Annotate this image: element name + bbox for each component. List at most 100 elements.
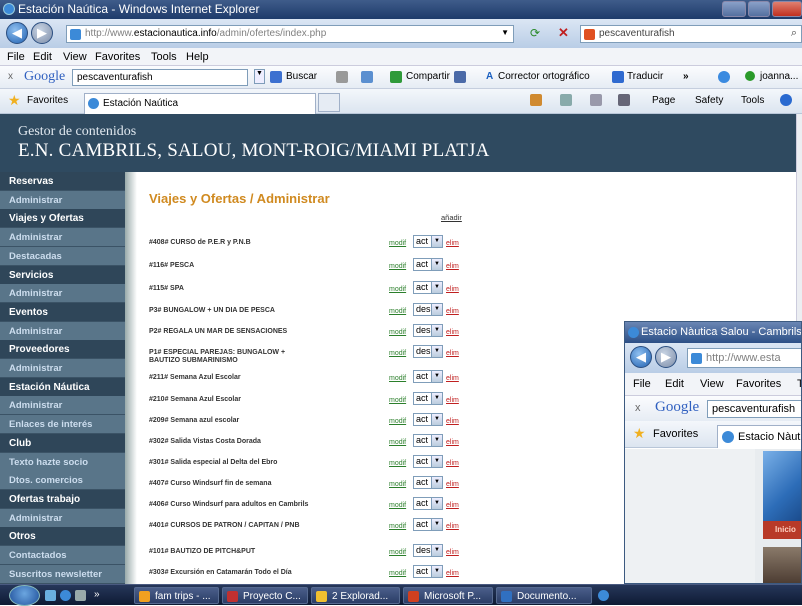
menu-view[interactable]: View <box>63 51 87 63</box>
delete-link[interactable]: elim <box>446 481 459 488</box>
more-button[interactable]: » <box>683 71 689 82</box>
sidebar-item[interactable]: Administrar <box>0 190 125 210</box>
delete-link[interactable]: elim <box>446 549 459 556</box>
stop-icon[interactable]: ✕ <box>558 25 569 41</box>
second-back-button[interactable]: ◀ <box>630 346 652 368</box>
favorites-button[interactable]: Favorites <box>27 95 68 106</box>
second-menu-view[interactable]: View <box>700 378 724 390</box>
chevron-down-icon[interactable]: ▼ <box>431 456 442 467</box>
modify-link[interactable]: modif <box>389 439 406 446</box>
show-desktop-icon[interactable] <box>45 590 56 601</box>
delete-link[interactable]: elim <box>446 523 459 530</box>
modify-link[interactable]: modif <box>389 549 406 556</box>
search-icon[interactable]: ⌕ <box>791 27 797 40</box>
status-select[interactable]: des ▼ <box>413 324 443 337</box>
modify-link[interactable]: modif <box>389 397 406 404</box>
help-icon[interactable] <box>780 94 792 106</box>
menu-edit[interactable]: Edit <box>33 51 52 63</box>
sidebar-item[interactable]: Texto hazte socio <box>0 452 125 472</box>
sidebar-item[interactable]: Dtos. comercios <box>0 471 125 491</box>
sidebar-item[interactable]: Administrar <box>0 396 125 416</box>
feeds-icon[interactable] <box>560 94 572 106</box>
status-select[interactable]: act ▼ <box>413 235 443 248</box>
delete-link[interactable]: elim <box>446 286 459 293</box>
status-select[interactable]: act ▼ <box>413 281 443 294</box>
sidebar-item[interactable]: Otros <box>0 527 125 547</box>
dropdown-arrow-icon[interactable]: ▼ <box>501 28 509 37</box>
sidebar-item[interactable]: Administrar <box>0 508 125 528</box>
quicklaunch-more-icon[interactable]: » <box>94 589 100 600</box>
media-quicklaunch-icon[interactable] <box>75 590 86 601</box>
sidebar-item[interactable]: Enlaces de interés <box>0 415 125 435</box>
refresh-icon[interactable]: ⟳ <box>530 26 540 40</box>
modify-link[interactable]: modif <box>389 329 406 336</box>
ie-quicklaunch-icon[interactable] <box>60 590 71 601</box>
traducir-button[interactable]: Traducir <box>627 71 663 82</box>
page-menu[interactable]: Page <box>652 95 675 106</box>
status-select[interactable]: act ▼ <box>413 476 443 489</box>
menu-tools[interactable]: Tools <box>151 51 177 63</box>
sidebar-item[interactable]: Contactados <box>0 546 125 565</box>
delete-link[interactable]: elim <box>446 329 459 336</box>
modify-link[interactable]: modif <box>389 418 406 425</box>
modify-link[interactable]: modif <box>389 308 406 315</box>
delete-link[interactable]: elim <box>446 308 459 315</box>
sidebar-item[interactable]: Viajes y Ofertas <box>0 209 125 229</box>
taskbar-button[interactable]: 2 Explorad... <box>311 587 400 604</box>
new-tab-button[interactable] <box>318 93 340 112</box>
add-link[interactable]: añadir <box>441 213 462 222</box>
modify-link[interactable]: modif <box>389 286 406 293</box>
delete-link[interactable]: elim <box>446 439 459 446</box>
chevron-down-icon[interactable]: ▼ <box>431 477 442 488</box>
modify-link[interactable]: modif <box>389 350 406 357</box>
chevron-down-icon[interactable]: ▼ <box>431 545 442 556</box>
status-select[interactable]: des ▼ <box>413 544 443 557</box>
taskbar-button[interactable]: Documento... <box>496 587 592 604</box>
chevron-down-icon[interactable]: ▼ <box>431 371 442 382</box>
chevron-down-icon[interactable]: ▼ <box>431 282 442 293</box>
sidebar-item[interactable]: Suscritos newsletter <box>0 564 125 584</box>
chevron-down-icon[interactable]: ▼ <box>431 566 442 577</box>
sidebar-item[interactable]: Proveedores <box>0 340 125 360</box>
taskbar-button[interactable]: Proyecto C... <box>222 587 308 604</box>
second-google-search-input[interactable]: pescaventurafish <box>707 400 801 418</box>
status-select[interactable]: act ▼ <box>413 258 443 271</box>
status-select[interactable]: act ▼ <box>413 497 443 510</box>
taskbar-button[interactable]: fam trips - ... <box>134 587 219 604</box>
sidebar-item[interactable]: Administrar <box>0 228 125 248</box>
second-favorites-button[interactable]: Favorites <box>653 428 698 440</box>
second-url-field[interactable]: http://www.esta <box>687 348 801 368</box>
menu-favorites[interactable]: Favorites <box>95 51 140 63</box>
safety-menu[interactable]: Safety <box>695 95 723 106</box>
minimize-button[interactable] <box>722 1 746 17</box>
nav-inicio[interactable]: Inicio <box>775 525 796 534</box>
delete-link[interactable]: elim <box>446 570 459 577</box>
chevron-down-icon[interactable]: ▼ <box>431 498 442 509</box>
delete-link[interactable]: elim <box>446 502 459 509</box>
modify-link[interactable]: modif <box>389 502 406 509</box>
status-select[interactable]: act ▼ <box>413 518 443 531</box>
chevron-down-icon[interactable]: ▼ <box>431 414 442 425</box>
modify-link[interactable]: modif <box>389 523 406 530</box>
sidebar-item[interactable]: Ofertas trabajo <box>0 489 125 509</box>
second-menu-file[interactable]: File <box>633 378 651 390</box>
chevron-down-icon[interactable]: ▼ <box>431 519 442 530</box>
status-select[interactable]: act ▼ <box>413 413 443 426</box>
live-search-input[interactable]: pescaventurafish ⌕ <box>580 25 802 43</box>
second-browser-window[interactable]: Estacio Nàutica Salou - Cambrils ◀ ▶ htt… <box>624 321 802 584</box>
sidebar-item[interactable]: Administrar <box>0 284 125 304</box>
delete-link[interactable]: elim <box>446 240 459 247</box>
close-toolbar-icon[interactable]: x <box>8 71 13 82</box>
second-forward-button[interactable]: ▶ <box>655 346 677 368</box>
modify-link[interactable]: modif <box>389 460 406 467</box>
modify-link[interactable]: modif <box>389 570 406 577</box>
chevron-down-icon[interactable]: ▼ <box>431 346 442 357</box>
status-select[interactable]: act ▼ <box>413 434 443 447</box>
google-search-input[interactable]: pescaventurafish <box>72 69 248 86</box>
wrench-icon[interactable] <box>718 71 730 83</box>
user-account[interactable]: joanna... <box>760 71 798 82</box>
second-tab[interactable]: Estacio Nàutic <box>717 425 801 448</box>
modify-link[interactable]: modif <box>389 240 406 247</box>
chevron-down-icon[interactable]: ▼ <box>431 435 442 446</box>
delete-link[interactable]: elim <box>446 375 459 382</box>
